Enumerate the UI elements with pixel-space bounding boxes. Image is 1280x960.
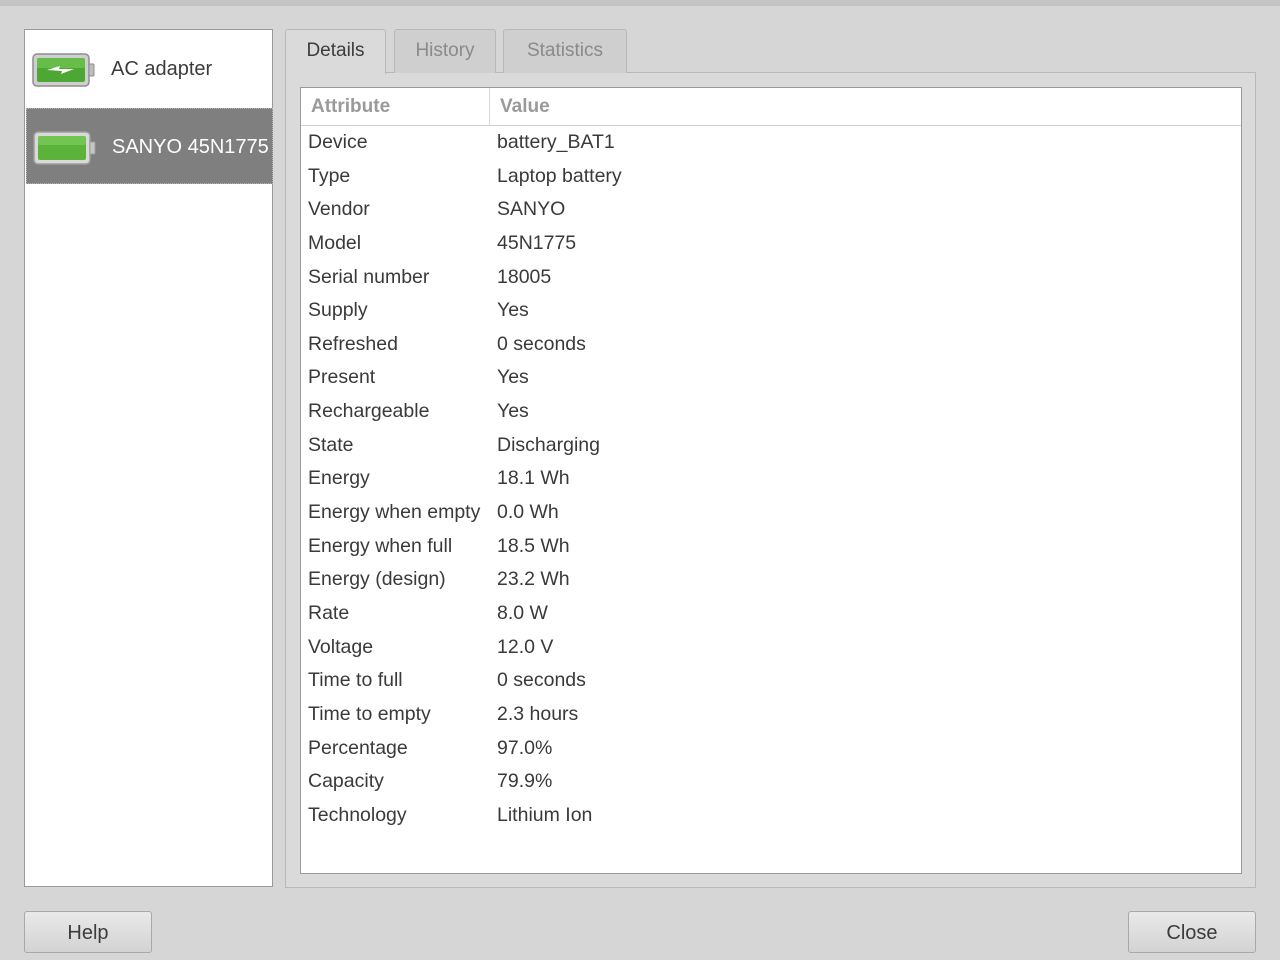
value-cell: Lithium Ion (497, 803, 593, 826)
value-cell: 97.0% (497, 736, 553, 759)
device-label-ac-adapter: AC adapter (111, 58, 213, 80)
value-cell: SANYO (497, 198, 566, 221)
value-cell: Laptop battery (497, 164, 622, 187)
close-button[interactable]: Close (1128, 911, 1256, 953)
table-header: Attribute Value (301, 88, 1241, 126)
attribute-cell: Time to empty (308, 702, 431, 725)
attribute-cell: Percentage (308, 736, 408, 759)
attribute-cell: Type (308, 164, 351, 187)
tab-statistics[interactable]: Statistics (503, 29, 627, 73)
table-row[interactable]: Refreshed 0 seconds (301, 329, 1241, 363)
value-cell: Yes (497, 366, 529, 389)
value-cell: 23.2 Wh (497, 568, 570, 591)
table-row[interactable]: State Discharging (301, 430, 1241, 464)
device-list: AC adapter SANYO 45N1775 (24, 29, 273, 887)
attribute-cell: Supply (308, 299, 368, 322)
value-cell: 0 seconds (497, 332, 586, 355)
value-cell: Discharging (497, 433, 600, 456)
device-label-battery: SANYO 45N1775 (112, 136, 269, 158)
table-row[interactable]: Rate 8.0 W (301, 598, 1241, 632)
table-row[interactable]: Rechargeable Yes (301, 396, 1241, 430)
table-row[interactable]: Device battery_BAT1 (301, 127, 1241, 161)
attribute-cell: Capacity (308, 770, 384, 793)
device-item-ac-adapter[interactable]: AC adapter (26, 31, 273, 107)
table-row[interactable]: Vendor SANYO (301, 194, 1241, 228)
value-cell: 0.0 Wh (497, 501, 559, 524)
attribute-cell: Energy (308, 467, 370, 490)
attribute-cell: Time to full (308, 669, 403, 692)
tab-details[interactable]: Details (285, 29, 386, 74)
attribute-cell: Refreshed (308, 332, 398, 355)
table-row[interactable]: Capacity 79.9% (301, 766, 1241, 800)
table-row[interactable]: Time to full 0 seconds (301, 665, 1241, 699)
table-row[interactable]: Energy when full 18.5 Wh (301, 531, 1241, 565)
attribute-cell: State (308, 433, 354, 456)
table-row[interactable]: Type Laptop battery (301, 161, 1241, 195)
ac-adapter-icon (32, 53, 95, 87)
tab-history[interactable]: History (394, 29, 496, 73)
value-cell: 79.9% (497, 770, 553, 793)
value-cell: 18.1 Wh (497, 467, 570, 490)
value-cell: 2.3 hours (497, 702, 579, 725)
table-row[interactable]: Energy (design) 23.2 Wh (301, 564, 1241, 598)
table-row[interactable]: Supply Yes (301, 295, 1241, 329)
attribute-table[interactable]: Attribute Value Device battery_BAT1 Type La… (300, 87, 1242, 874)
value-cell: 18.5 Wh (497, 534, 570, 557)
attribute-cell: Energy when empty (308, 501, 481, 524)
value-cell: Yes (497, 400, 529, 423)
column-header-attribute[interactable]: Attribute (311, 88, 390, 125)
value-cell: 8.0 W (497, 601, 548, 624)
table-row[interactable]: Energy 18.1 Wh (301, 463, 1241, 497)
attribute-cell: Present (308, 366, 376, 389)
attribute-cell: Device (308, 131, 368, 153)
battery-icon (33, 131, 96, 165)
table-row[interactable]: Technology Lithium Ion (301, 800, 1241, 834)
attribute-cell: Serial number (308, 265, 430, 288)
value-cell: battery_BAT1 (497, 131, 615, 153)
device-item-battery[interactable]: SANYO 45N1775 (26, 108, 273, 184)
help-button[interactable]: Help (24, 911, 152, 953)
table-row[interactable]: Energy when empty 0.0 Wh (301, 497, 1241, 531)
value-cell: Yes (497, 299, 529, 322)
value-cell: 0 seconds (497, 669, 586, 692)
attribute-cell: Technology (308, 803, 407, 826)
value-cell: 12.0 V (497, 635, 554, 658)
attribute-cell: Energy when full (308, 534, 453, 557)
table-body: Device battery_BAT1 Type Laptop battery Vend… (301, 127, 1241, 833)
table-row[interactable]: Present Yes (301, 362, 1241, 396)
window-top-border (0, 0, 1280, 6)
table-row[interactable]: Model 45N1775 (301, 228, 1241, 262)
attribute-cell: Energy (design) (308, 568, 446, 591)
value-cell: 18005 (497, 265, 552, 288)
column-separator (489, 88, 490, 125)
attribute-cell: Rate (308, 601, 350, 624)
attribute-cell: Model (308, 231, 362, 254)
table-row[interactable]: Time to empty 2.3 hours (301, 699, 1241, 733)
attribute-cell: Vendor (308, 198, 370, 221)
attribute-cell: Voltage (308, 635, 374, 658)
table-row[interactable]: Serial number 18005 (301, 262, 1241, 296)
table-row[interactable]: Percentage 97.0% (301, 733, 1241, 767)
column-header-value[interactable]: Value (500, 88, 550, 125)
table-row[interactable]: Voltage 12.0 V (301, 632, 1241, 666)
value-cell: 45N1775 (497, 231, 577, 254)
attribute-cell: Rechargeable (308, 400, 430, 423)
